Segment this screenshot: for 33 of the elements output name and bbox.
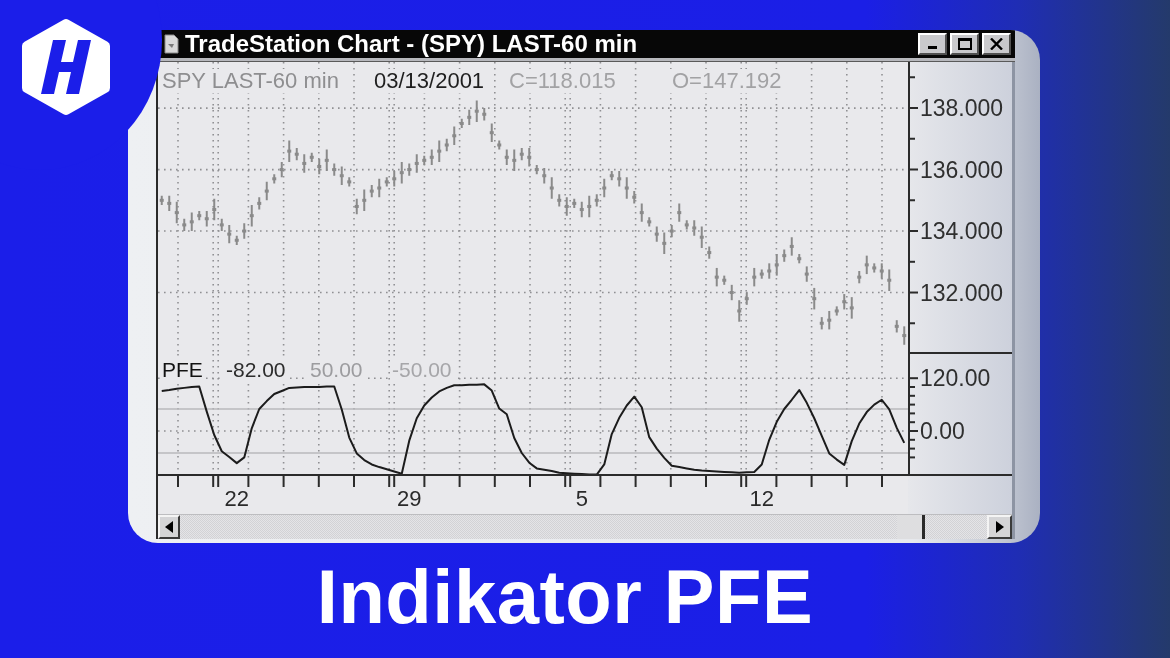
scroll-left-button[interactable] (158, 515, 180, 539)
date-label: 22 (224, 486, 249, 511)
level-label: -50.00 (390, 358, 454, 382)
date-label: 29 (397, 486, 422, 511)
close-price-label: C=118.015 (507, 69, 618, 93)
indicator-name: PFE (160, 358, 205, 382)
close-icon (990, 38, 1003, 50)
line-series (160, 383, 906, 476)
right-triangle-icon (995, 521, 1004, 533)
date-label: 12 (749, 486, 774, 511)
open-price-label: O=147.192 (670, 69, 784, 93)
scroll-right-button[interactable] (987, 515, 1012, 539)
close-button[interactable] (982, 33, 1011, 55)
maximize-button[interactable] (950, 33, 979, 55)
left-triangle-icon (165, 521, 173, 533)
maximize-icon (957, 38, 972, 50)
scrollbar-thumb[interactable] (897, 515, 925, 539)
window-title: TradeStation Chart - (SPY) LAST-60 min (185, 30, 638, 58)
axis-label: 134.000 (920, 218, 1004, 245)
page-heading: Indikator PFE (315, 555, 815, 639)
axis-label: 132.000 (920, 279, 1004, 306)
minimize-button[interactable] (918, 33, 947, 55)
axis-label: 138.000 (920, 95, 1004, 122)
logo-icon (20, 18, 112, 116)
minimize-icon (928, 46, 937, 49)
symbol-label: SPY LAST-60 min (160, 69, 341, 93)
level-label: 50.00 (308, 358, 365, 382)
axis-label: 0.00 (920, 418, 965, 444)
axis-label: 120.00 (920, 365, 991, 392)
indicator-value: -82.00 (224, 358, 288, 382)
date-label: 5 (575, 486, 588, 511)
axis-label: 136.000 (920, 156, 1004, 183)
document-icon (164, 34, 179, 54)
